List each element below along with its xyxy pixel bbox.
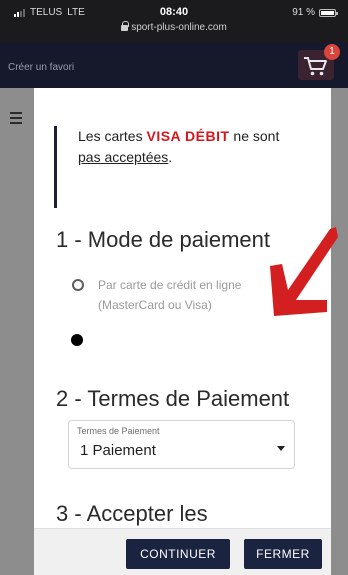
lock-icon <box>121 21 130 31</box>
modal-footer: CONTINUER FERMER <box>34 528 331 575</box>
chevron-down-icon <box>277 446 285 451</box>
notice-text-suffix: ne sont <box>229 128 280 144</box>
section-payment-terms-title: 2 - Termes de Paiement <box>56 386 290 411</box>
section-payment-method-title: 1 - Mode de paiement <box>56 227 271 252</box>
battery-icon <box>319 8 338 17</box>
payment-modal: Les cartes VISA DÉBIT ne sont pas accept… <box>34 88 331 575</box>
site-header: Créer un favori 1 <box>0 42 348 88</box>
select-value: 1 Paiement <box>80 442 156 459</box>
select-caption: Termes de Paiement <box>77 426 160 436</box>
menu-icon <box>10 112 22 127</box>
radio-button[interactable] <box>72 279 84 291</box>
option-label: Par carte de crédit en ligne (MasterCard… <box>98 278 242 312</box>
create-favorite-link[interactable]: Créer un favori <box>8 62 74 73</box>
notice-text-prefix: Les cartes <box>78 128 147 144</box>
close-button[interactable]: FERMER <box>244 539 322 569</box>
cart-button[interactable]: 1 <box>298 44 340 80</box>
radio-selected-dot[interactable] <box>71 334 83 346</box>
section-accept-title: 3 - Accepter les <box>56 501 208 526</box>
notice-visa-debit: VISA DÉBIT <box>146 128 230 144</box>
debit-card-notice: Les cartes VISA DÉBIT ne sont pas accept… <box>54 126 314 208</box>
notice-not-accepted: pas acceptées <box>78 149 169 165</box>
battery-status: 91 % <box>292 7 338 18</box>
cart-count-badge: 1 <box>324 44 340 60</box>
continue-button[interactable]: CONTINUER <box>126 539 230 569</box>
url-text: sport-plus-online.com <box>131 22 227 33</box>
battery-percent: 91 % <box>292 7 315 18</box>
notice-accent-bar <box>54 126 57 208</box>
notice-period: . <box>168 149 173 165</box>
address-bar[interactable]: sport-plus-online.com <box>0 21 348 33</box>
status-bar: TELUS LTE 08:40 sport-plus-online.com 91… <box>0 0 348 42</box>
payment-terms-select[interactable]: Termes de Paiement 1 Paiement <box>68 420 295 469</box>
